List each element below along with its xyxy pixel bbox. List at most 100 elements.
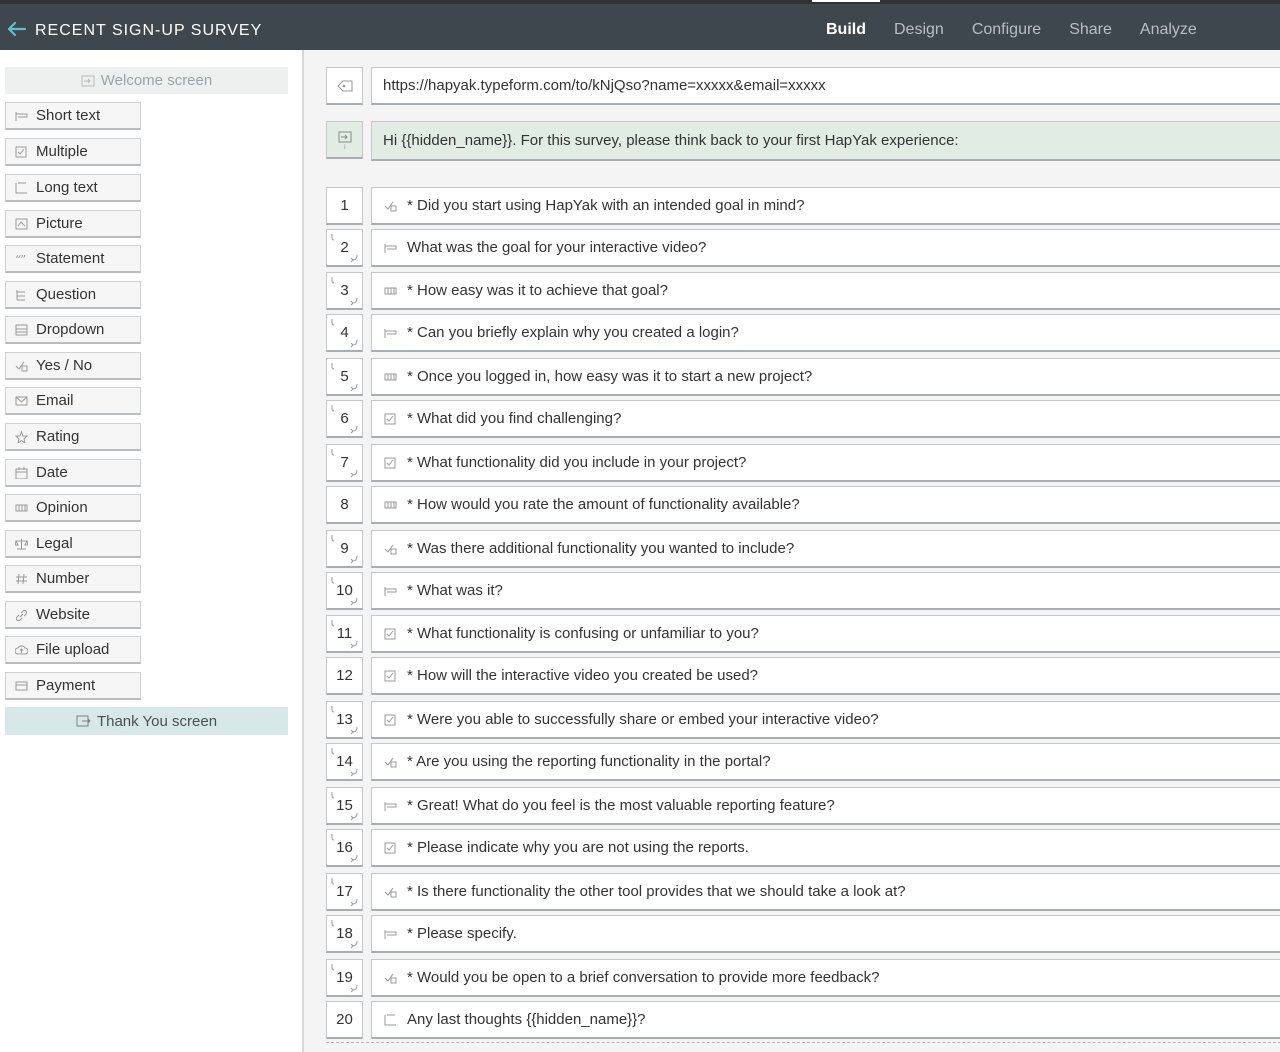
opinion-scale-icon [14, 501, 29, 515]
question-number-box[interactable]: 10 [326, 572, 363, 610]
question-type-label: Yes / No [36, 357, 93, 374]
question-card[interactable]: * Please indicate why you are not using … [371, 829, 1280, 867]
question-card[interactable]: * Did you start using HapYak with an int… [371, 187, 1280, 225]
question-card[interactable]: * How easy was it to achieve that goal? [371, 272, 1280, 310]
question-number-box[interactable]: 19 [326, 959, 363, 997]
question-card[interactable]: * What did you find challenging? [371, 400, 1280, 438]
back-arrow-icon[interactable] [6, 18, 28, 40]
question-card[interactable]: * How would you rate the amount of funct… [371, 486, 1280, 524]
nav-tabs: Build Design Configure Share Analyze [812, 0, 1211, 50]
tab-analyze[interactable]: Analyze [1126, 4, 1211, 50]
question-type-multiple[interactable]: Multiple [5, 138, 141, 166]
short-text-icon [384, 800, 398, 812]
question-number-box[interactable]: 8 [326, 486, 363, 524]
long-text-icon [14, 181, 29, 195]
question-number-box[interactable]: 7 [326, 444, 363, 482]
question-text: * What did you find challenging? [407, 410, 622, 427]
question-card[interactable]: * Can you briefly explain why you create… [371, 314, 1280, 352]
multiple-choice-icon [384, 714, 398, 726]
question-number-box[interactable]: 6 [326, 400, 363, 438]
question-number: 9 [340, 540, 349, 557]
tab-design[interactable]: Design [880, 4, 958, 50]
question-type-dropdown[interactable]: Dropdown [5, 316, 141, 344]
question-card[interactable]: Any last thoughts {{hidden_name}}? [371, 1001, 1280, 1039]
question-card[interactable]: * Great! What do you feel is the most va… [371, 787, 1280, 825]
question-card[interactable]: * What was it? [371, 572, 1280, 610]
question-type-label: Multiple [36, 143, 88, 160]
tab-build[interactable]: Build [812, 0, 880, 46]
url-field[interactable]: https://hapyak.typeform.com/to/kNjQso?na… [371, 67, 1280, 105]
welcome-screen-button[interactable]: Welcome screen [5, 67, 288, 94]
question-number: 17 [336, 883, 353, 900]
question-type-long-text[interactable]: Long text [5, 174, 141, 202]
intro-statement-card[interactable]: Hi {{hidden_name}}. For this survey, ple… [371, 121, 1280, 161]
tag-icon [336, 80, 352, 91]
question-card[interactable]: * Are you using the reporting functional… [371, 743, 1280, 781]
question-text: * Are you using the reporting functional… [407, 753, 771, 770]
question-text: * Please indicate why you are not using … [407, 839, 749, 856]
question-type-yes-no[interactable]: Yes / No [5, 352, 141, 380]
yes-no-icon [384, 200, 398, 212]
question-type-number[interactable]: Number [5, 565, 141, 593]
question-card[interactable]: * Was there additional functionality you… [371, 530, 1280, 568]
question-number: 18 [336, 925, 353, 942]
question-number-box[interactable]: 11 [326, 615, 363, 653]
question-number: 5 [340, 368, 349, 385]
question-number-box[interactable]: 4 [326, 314, 363, 352]
question-number-box[interactable]: 5 [326, 358, 363, 396]
question-number-box[interactable]: 13 [326, 701, 363, 739]
question-type-legal[interactable]: Legal [5, 530, 141, 558]
question-number-box[interactable]: 3 [326, 272, 363, 310]
question-type-website[interactable]: Website [5, 601, 141, 629]
question-card[interactable]: * Is there functionality the other tool … [371, 873, 1280, 911]
question-type-file-upload[interactable]: File upload [5, 636, 141, 664]
question-type-opinion[interactable]: Opinion [5, 494, 141, 522]
question-number-box[interactable]: 14 [326, 743, 363, 781]
cloud-upload-icon [14, 643, 29, 657]
question-number-box[interactable]: 15 [326, 787, 363, 825]
question-text: * Once you logged in, how easy was it to… [407, 368, 813, 385]
question-type-statement[interactable]: “” Statement [5, 245, 141, 273]
question-type-email[interactable]: Email [5, 387, 141, 415]
multiple-choice-icon [384, 457, 398, 469]
question-card[interactable]: * What functionality is confusing or unf… [371, 615, 1280, 653]
yes-no-icon [384, 756, 398, 768]
question-card[interactable]: * Were you able to successfully share or… [371, 701, 1280, 739]
question-types-sidebar: Welcome screen Short text Multiple Long te… [0, 50, 304, 1052]
question-type-rating[interactable]: Rating [5, 423, 141, 451]
question-text: * How would you rate the amount of funct… [407, 496, 800, 513]
question-text: Any last thoughts {{hidden_name}}? [407, 1011, 646, 1028]
thank-you-screen-button[interactable]: Thank You screen [5, 707, 288, 735]
question-number-box[interactable]: 17 [326, 873, 363, 911]
intro-statement-text: Hi {{hidden_name}}. For this survey, ple… [383, 132, 959, 149]
question-type-short-text[interactable]: Short text [5, 102, 141, 130]
multiple-choice-icon [14, 145, 29, 159]
question-number-box[interactable]: 9 [326, 530, 363, 568]
question-type-payment[interactable]: Payment [5, 672, 141, 700]
question-number-box[interactable]: 16 [326, 829, 363, 867]
question-card[interactable]: * Once you logged in, how easy was it to… [371, 358, 1280, 396]
question-number-box[interactable]: 20 [326, 1001, 363, 1039]
question-number-box[interactable]: 12 [326, 657, 363, 695]
tab-configure[interactable]: Configure [958, 4, 1055, 50]
top-bar: RECENT SIGN-UP SURVEY Build Design Confi… [0, 0, 1280, 50]
question-number-box[interactable]: 1 [326, 187, 363, 225]
question-number: 1 [340, 197, 349, 214]
question-number-box[interactable]: 2 [326, 229, 363, 267]
short-text-icon [384, 327, 398, 339]
tab-share[interactable]: Share [1055, 4, 1126, 50]
question-card[interactable]: * What functionality did you include in … [371, 444, 1280, 482]
question-card[interactable]: * How will the interactive video you cre… [371, 657, 1280, 695]
question-number-box[interactable]: 18 [326, 915, 363, 953]
question-type-picture[interactable]: Picture [5, 210, 141, 238]
question-card[interactable]: * Please specify. [371, 915, 1280, 953]
question-type-label: Email [36, 392, 74, 409]
statement-intro-icon: i [338, 131, 351, 150]
question-type-date[interactable]: Date [5, 459, 141, 487]
picture-choice-icon [14, 217, 29, 231]
question-card[interactable]: * Would you be open to a brief conversat… [371, 959, 1280, 997]
question-card[interactable]: What was the goal for your interactive v… [371, 229, 1280, 267]
question-type-question[interactable]: Question [5, 281, 141, 309]
hidden-fields-button[interactable] [326, 67, 363, 105]
statement-number-box[interactable]: i [326, 121, 363, 159]
